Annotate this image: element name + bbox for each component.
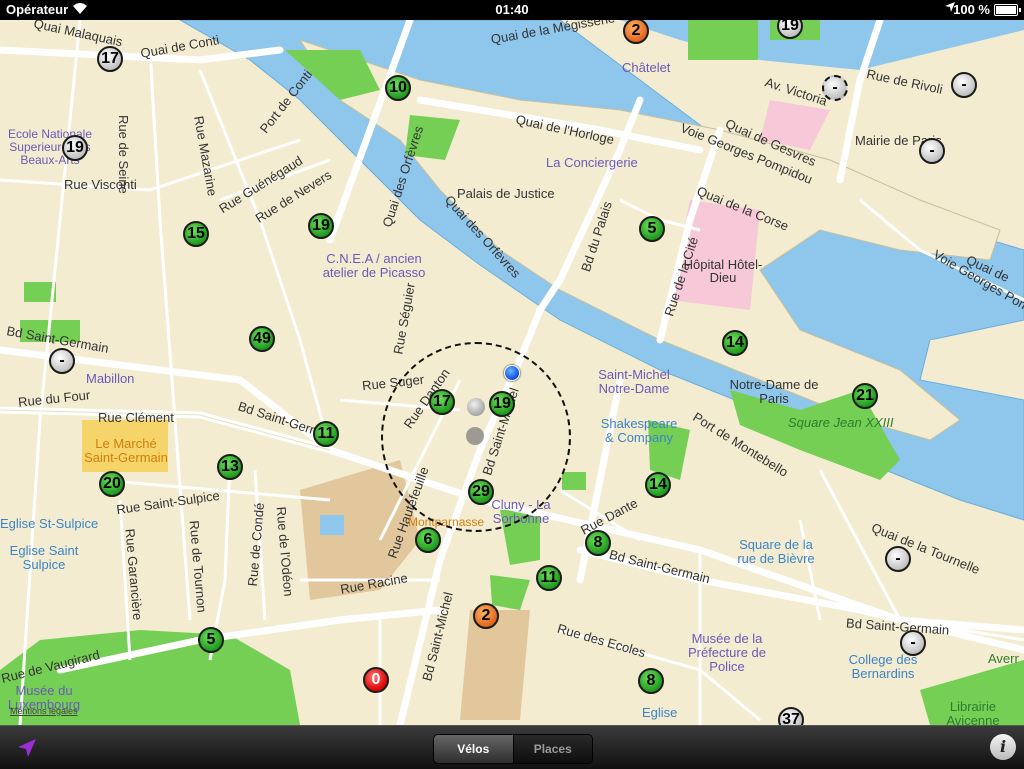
- locate-me-button[interactable]: [12, 734, 42, 762]
- station-marker[interactable]: 14: [645, 472, 671, 498]
- station-marker[interactable]: 8: [585, 530, 611, 556]
- status-bar: Opérateur 01:40 100 %: [0, 0, 1024, 20]
- station-marker[interactable]: 11: [536, 565, 562, 591]
- station-marker[interactable]: 6: [415, 527, 441, 553]
- map-label: Châtelet: [622, 60, 671, 75]
- map-label: Palais de Justice: [457, 186, 555, 201]
- station-marker[interactable]: 5: [198, 627, 224, 653]
- legal-notice-link[interactable]: Mentions légales: [10, 706, 78, 716]
- map-label: Musée de la Préfecture de Police: [687, 631, 767, 674]
- station-marker[interactable]: 19: [62, 135, 88, 161]
- status-time: 01:40: [495, 2, 529, 17]
- places-segment[interactable]: Places: [512, 735, 592, 763]
- station-marker[interactable]: 8: [638, 668, 664, 694]
- station-marker[interactable]: 29: [468, 479, 494, 505]
- station-marker[interactable]: 13: [217, 454, 243, 480]
- info-button[interactable]: i: [990, 734, 1016, 760]
- station-marker[interactable]: 19: [308, 213, 334, 239]
- map-label: Averr: [988, 651, 1019, 666]
- station-marker[interactable]: 5: [639, 216, 665, 242]
- station-marker[interactable]: 49: [249, 326, 275, 352]
- station-marker[interactable]: -: [885, 546, 911, 572]
- map-label: Librairie Avicenne: [946, 699, 1000, 726]
- station-marker[interactable]: -: [951, 72, 977, 98]
- station-marker[interactable]: 15: [183, 221, 209, 247]
- velos-segment[interactable]: Vélos: [434, 735, 513, 763]
- bottom-toolbar: Vélos Places i: [0, 725, 1024, 769]
- station-marker[interactable]: 0: [363, 667, 389, 693]
- map-label: Le Marché Saint-Germain: [84, 436, 168, 465]
- map-label: Shakespeare & Company: [600, 416, 678, 445]
- pin-marker[interactable]: [467, 398, 485, 416]
- station-marker[interactable]: 14: [722, 330, 748, 356]
- station-marker[interactable]: -: [49, 348, 75, 374]
- map-label: Rue Visconti: [64, 177, 137, 192]
- mode-segmented-control[interactable]: Vélos Places: [433, 734, 593, 764]
- station-marker[interactable]: 2: [473, 603, 499, 629]
- station-marker[interactable]: -: [822, 75, 848, 101]
- map-label: Square Jean XXIII: [788, 415, 894, 430]
- map-label: Eglise Saint Sulpice: [9, 543, 79, 572]
- map-view[interactable]: Quai Malaquais Quai de Conti Rue de Sein…: [0, 20, 1024, 725]
- station-marker[interactable]: 19: [489, 391, 515, 417]
- map-label: Hôpital Hôtel-Dieu: [683, 257, 763, 285]
- map-label: Square de la rue de Bièvre: [737, 537, 815, 566]
- map-label: Saint-Michel Notre-Dame: [598, 367, 670, 396]
- station-marker[interactable]: 11: [313, 421, 339, 447]
- user-location-dot: [504, 365, 520, 381]
- station-marker[interactable]: 21: [852, 383, 878, 409]
- battery-percent: 100 %: [953, 2, 990, 17]
- map-label: Notre-Dame de Paris: [729, 377, 819, 406]
- map-label: Mabillon: [86, 371, 135, 386]
- station-marker[interactable]: 17: [97, 46, 123, 72]
- station-marker[interactable]: 10: [385, 75, 411, 101]
- station-marker[interactable]: 20: [99, 471, 125, 497]
- station-marker[interactable]: 17: [429, 389, 455, 415]
- map-label: La Conciergerie: [546, 155, 638, 170]
- station-marker[interactable]: -: [919, 138, 945, 164]
- station-marker[interactable]: -: [900, 630, 926, 656]
- map-label: College des Bernardins: [848, 652, 918, 681]
- location-arrow-icon: [18, 739, 36, 757]
- pin-shadow: [466, 427, 484, 445]
- battery-icon: [994, 4, 1021, 16]
- map-label: C.N.E.A / ancien atelier de Picasso: [322, 251, 426, 280]
- map-label: Eglise: [642, 705, 678, 720]
- map-label: Eglise St-Sulpice: [0, 516, 99, 531]
- map-label: Rue Clément: [98, 410, 174, 425]
